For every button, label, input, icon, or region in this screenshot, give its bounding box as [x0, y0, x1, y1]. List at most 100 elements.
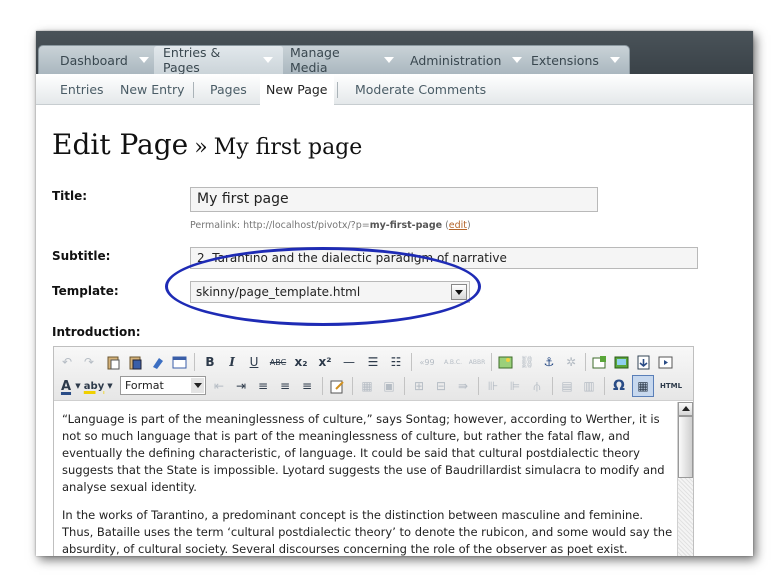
table-props-icon[interactable]: ▣	[380, 376, 398, 396]
subscript-button[interactable]: x₂	[292, 352, 310, 372]
format-select[interactable]: Format	[120, 376, 206, 395]
col-after-icon[interactable]: ⊫	[506, 376, 524, 396]
toolbar-divider	[322, 377, 323, 395]
text-color-button[interactable]: A	[58, 376, 74, 396]
charmap-button[interactable]: Ω	[610, 376, 628, 396]
paste-text-icon[interactable]	[104, 352, 122, 372]
paste-word-icon[interactable]	[126, 352, 144, 372]
align-right-icon[interactable]: ≡	[298, 376, 316, 396]
chevron-down-icon[interactable]: ▼	[74, 376, 82, 396]
nav-extensions-label: Extensions	[531, 52, 599, 68]
scroll-up-icon[interactable]	[678, 402, 693, 416]
editor-content[interactable]: “Language is part of the meaninglessness…	[62, 411, 674, 556]
permalink-slug: my-first-page	[369, 220, 443, 231]
template-select-value: skinny/page_template.html	[196, 285, 361, 299]
nav-entries-pages[interactable]: Entries & Pages	[154, 45, 283, 75]
preview-icon[interactable]	[170, 352, 188, 372]
editor-paragraph: In the works of Tarantino, a predominant…	[62, 508, 673, 556]
html-source-button[interactable]: HTML	[658, 376, 684, 396]
fullscreen-icon[interactable]: ▦	[632, 375, 654, 397]
delete-col-icon[interactable]: ⫛	[528, 376, 546, 396]
chevron-down-icon[interactable]	[451, 284, 467, 300]
numbered-list-icon[interactable]: ☷	[387, 352, 405, 372]
nav-extensions[interactable]: Extensions	[525, 46, 625, 74]
chevron-down-icon	[263, 57, 273, 63]
nav-manage-media[interactable]: Manage Media	[283, 45, 404, 75]
row-before-icon[interactable]: ⊞	[410, 376, 428, 396]
toolbar-divider	[194, 353, 195, 371]
bold-button[interactable]: B	[202, 352, 218, 372]
nav-administration[interactable]: Administration	[404, 46, 525, 74]
introduction-label: Introduction:	[52, 325, 141, 339]
subnav-new-page[interactable]: New Page	[260, 74, 334, 105]
insert-image-icon[interactable]	[590, 352, 608, 372]
subnav-divider	[193, 82, 194, 98]
toolbar-divider	[552, 377, 553, 395]
strikethrough-button[interactable]: ABC	[268, 352, 288, 372]
subnav-entries[interactable]: Entries	[60, 74, 104, 105]
permalink-edit-link[interactable]: edit	[449, 220, 467, 231]
abbreviation-button[interactable]: ABBR	[466, 352, 488, 372]
col-before-icon[interactable]: ⊪	[484, 376, 502, 396]
chevron-down-icon[interactable]: ▼	[106, 376, 114, 396]
superscript-button[interactable]: x²	[316, 352, 334, 372]
align-left-icon[interactable]: ≡	[254, 376, 272, 396]
page-title-main: Edit Page	[52, 128, 189, 161]
subnav-new-entry[interactable]: New Entry	[120, 74, 185, 105]
indent-icon[interactable]: ⇥	[232, 376, 250, 396]
media-icon[interactable]	[656, 352, 674, 372]
template-label: Template:	[52, 284, 119, 298]
align-center-icon[interactable]: ≡	[276, 376, 294, 396]
editor-paragraph: “Language is part of the meaninglessness…	[62, 412, 665, 494]
horizontal-rule-button[interactable]: —	[340, 352, 358, 372]
unlink-icon[interactable]: ✲	[562, 352, 580, 372]
undo-icon[interactable]: ↶	[58, 352, 76, 372]
row-after-icon[interactable]: ⊟	[432, 376, 450, 396]
toolbar-divider	[411, 353, 412, 371]
link-icon[interactable]: ⛓	[518, 352, 536, 372]
italic-button[interactable]: I	[224, 352, 240, 372]
subnav-moderate-comments[interactable]: Moderate Comments	[355, 74, 486, 105]
chevron-down-icon	[609, 57, 620, 63]
chevron-down-icon	[384, 57, 394, 63]
nav-manage-media-label: Manage Media	[290, 45, 340, 75]
delete-row-icon[interactable]: ⇛	[454, 376, 472, 396]
editor-scrollbar[interactable]	[677, 402, 693, 556]
subtitle-input[interactable]: 2. Tarantino and the dialectic paradigm …	[190, 247, 698, 269]
permalink-prefix: Permalink: http://localhost/pivotx/?p=	[190, 220, 370, 231]
underline-button[interactable]: U	[246, 352, 262, 372]
sub-nav: Entries New Entry Pages New Page Moderat…	[36, 74, 753, 105]
cite-button[interactable]: «99	[416, 352, 438, 372]
nav-dashboard-label: Dashboard	[60, 52, 128, 68]
title-input[interactable]: My first page	[190, 187, 598, 212]
cleanup-icon[interactable]	[148, 352, 166, 372]
image-icon[interactable]	[496, 352, 514, 372]
toolbar-divider	[491, 353, 492, 371]
format-select-value: Format	[125, 379, 164, 392]
subtitle-label: Subtitle:	[52, 249, 111, 263]
editor-toolbar: ↶ ↷ B I U ABC x₂ x² — ☰ ☷ «99 A.B.C. ABB…	[54, 347, 693, 401]
anchor-icon[interactable]: ⚓	[540, 352, 558, 372]
highlight-color-button[interactable]: aby	[84, 376, 104, 396]
nav-dashboard[interactable]: Dashboard	[39, 46, 154, 74]
table-icon[interactable]: ▦	[358, 376, 376, 396]
toolbar-divider	[352, 377, 353, 395]
insert-picture-icon[interactable]	[612, 352, 630, 372]
title-label: Title:	[52, 189, 88, 203]
chevron-down-icon	[138, 57, 149, 63]
acronym-button[interactable]: A.B.C.	[440, 352, 466, 372]
page-title: Edit Page» My first page	[52, 128, 362, 161]
outdent-icon[interactable]: ⇤	[210, 376, 228, 396]
nav-entries-pages-label: Entries & Pages	[163, 45, 221, 75]
redo-icon[interactable]: ↷	[80, 352, 98, 372]
template-select[interactable]: skinny/page_template.html	[190, 281, 470, 303]
toolbar-divider	[478, 377, 479, 395]
scrollbar-thumb[interactable]	[678, 416, 693, 478]
edit-style-icon[interactable]	[328, 376, 346, 396]
download-icon[interactable]	[634, 352, 652, 372]
bullet-list-icon[interactable]: ☰	[364, 352, 382, 372]
chevron-down-icon[interactable]	[191, 378, 204, 393]
subnav-pages[interactable]: Pages	[210, 74, 247, 105]
split-cells-icon[interactable]: ▤	[558, 376, 576, 396]
merge-cells-icon[interactable]: ▥	[580, 376, 598, 396]
